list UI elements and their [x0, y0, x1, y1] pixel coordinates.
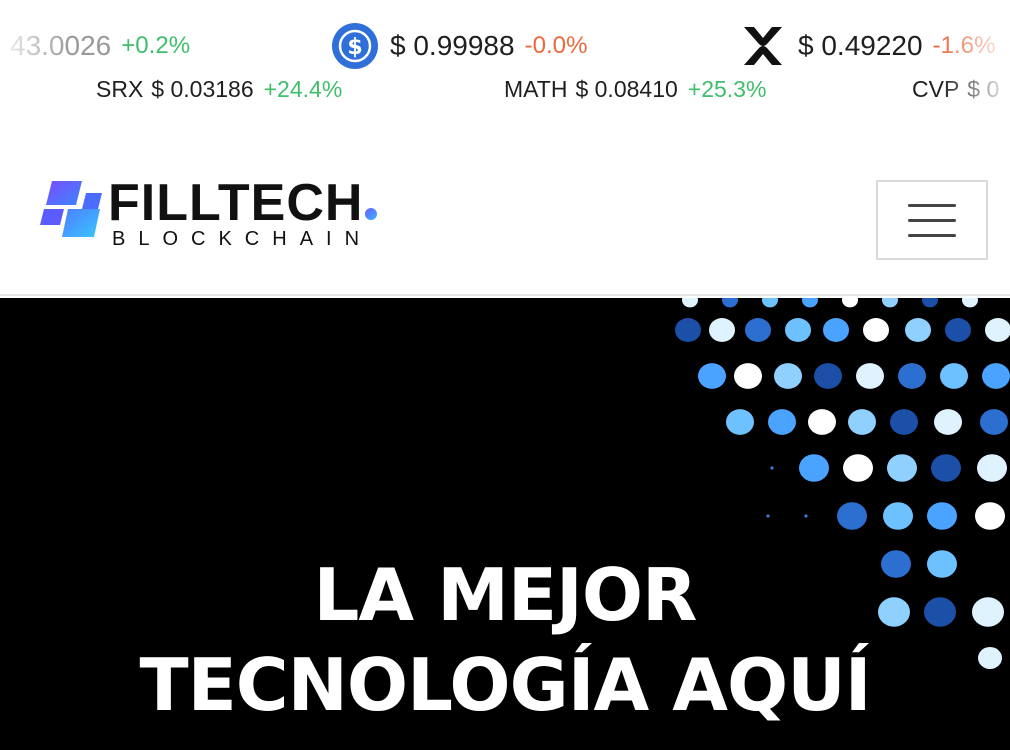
decorative-dot — [774, 363, 802, 389]
hero-title: LA MEJOR TECNOLOGÍA AQUÍ — [0, 550, 1010, 730]
ticker-item[interactable]: SRX $ 0.03186 +24.4% — [96, 74, 342, 104]
decorative-dot — [802, 298, 818, 308]
decorative-dot — [675, 318, 701, 342]
price-ticker: 43.0026 +0.2% $ $ 0.99988 -0.0% $ 0.4922… — [0, 0, 1010, 112]
decorative-dot — [837, 502, 867, 530]
decorative-dot — [682, 298, 698, 308]
decorative-dot — [962, 298, 978, 308]
menu-toggle-button[interactable] — [876, 180, 988, 260]
ticker-symbol: SRX — [96, 75, 144, 102]
decorative-dot — [698, 363, 726, 389]
decorative-dot — [863, 318, 889, 342]
ticker-item[interactable]: MATH $ 0.08410 +25.3% — [504, 74, 766, 104]
ticker-change: -1.6% — [932, 32, 996, 59]
ticker-price: $ 0.08410 — [575, 75, 678, 102]
ticker-change: -0.0% — [524, 32, 588, 59]
ticker-row-secondary: SRX $ 0.03186 +24.4% MATH $ 0.08410 +25.… — [0, 74, 1010, 104]
decorative-dot — [722, 298, 738, 308]
decorative-dot — [823, 318, 849, 342]
ticker-symbol: CVP — [912, 75, 960, 102]
decorative-dot — [766, 514, 770, 518]
decorative-dot — [940, 363, 968, 389]
decorative-dot — [768, 409, 796, 435]
ticker-change: +0.2% — [121, 32, 191, 59]
hamburger-icon — [908, 218, 956, 222]
decorative-dot — [745, 318, 771, 342]
decorative-dot — [982, 363, 1010, 389]
decorative-dot — [785, 318, 811, 342]
decorative-dot — [808, 409, 836, 435]
ticker-change: +24.4% — [263, 75, 343, 102]
ticker-row-primary: 43.0026 +0.2% $ $ 0.99988 -0.0% $ 0.4922… — [0, 18, 1010, 74]
decorative-dot — [898, 363, 926, 389]
decorative-dot — [927, 502, 957, 530]
ticker-price: $ 0.49220 — [798, 30, 923, 61]
decorative-dot — [975, 502, 1005, 530]
usdc-icon: $ — [332, 23, 378, 69]
decorative-dot — [814, 363, 842, 389]
hero-title-line2: TECNOLOGÍA AQUÍ — [139, 643, 872, 727]
decorative-dot — [799, 454, 829, 482]
decorative-dot — [848, 409, 876, 435]
decorative-dot — [905, 318, 931, 342]
ticker-item[interactable]: $ 0.49220 -1.6% — [740, 18, 995, 74]
decorative-dot — [709, 318, 735, 342]
decorative-dot — [770, 466, 774, 470]
ticker-symbol: MATH — [504, 75, 568, 102]
decorative-dot — [890, 409, 918, 435]
svg-text:$: $ — [347, 35, 362, 60]
decorative-dot — [882, 298, 898, 308]
decorative-dot — [980, 409, 1008, 435]
ticker-item[interactable]: $ $ 0.99988 -0.0% — [332, 18, 587, 74]
decorative-dot — [934, 409, 962, 435]
decorative-dot — [922, 298, 938, 308]
ticker-item[interactable]: 43.0026 +0.2% — [10, 18, 190, 74]
hamburger-icon — [908, 203, 956, 207]
ticker-price: $ 0 — [967, 75, 1000, 102]
decorative-dot — [843, 454, 873, 482]
logo-wordmark: FILLTECH — [108, 177, 378, 229]
decorative-dot — [842, 298, 858, 308]
decorative-dot — [856, 363, 884, 389]
decorative-dot — [985, 318, 1010, 342]
ticker-change: +25.3% — [687, 75, 767, 102]
decorative-dot — [734, 363, 762, 389]
logo-mark-icon — [40, 181, 102, 237]
ticker-price: $ 0.03186 — [151, 75, 254, 102]
ticker-price: $ 0.99988 — [390, 30, 515, 61]
logo-main-text: FILLTECH — [108, 174, 364, 232]
decorative-dot — [977, 454, 1007, 482]
hero-title-line1: LA MEJOR — [313, 553, 698, 637]
ticker-price: 43.0026 — [10, 30, 112, 61]
hamburger-icon — [908, 233, 956, 237]
site-header: FILLTECH BLOCKCHAIN — [0, 112, 1010, 296]
decorative-dot — [945, 318, 971, 342]
hero-section: LA MEJOR TECNOLOGÍA AQUÍ — [0, 298, 1010, 750]
decorative-dot — [931, 454, 961, 482]
decorative-dot — [883, 502, 913, 530]
decorative-dot — [804, 514, 808, 518]
decorative-dot — [726, 409, 754, 435]
xrp-icon — [744, 27, 782, 65]
decorative-dot — [762, 298, 778, 308]
logo-dot — [365, 208, 378, 220]
decorative-dot — [887, 454, 917, 482]
ticker-item[interactable]: CVP $ 0 — [912, 74, 999, 104]
site-logo[interactable]: FILLTECH BLOCKCHAIN — [38, 177, 378, 250]
